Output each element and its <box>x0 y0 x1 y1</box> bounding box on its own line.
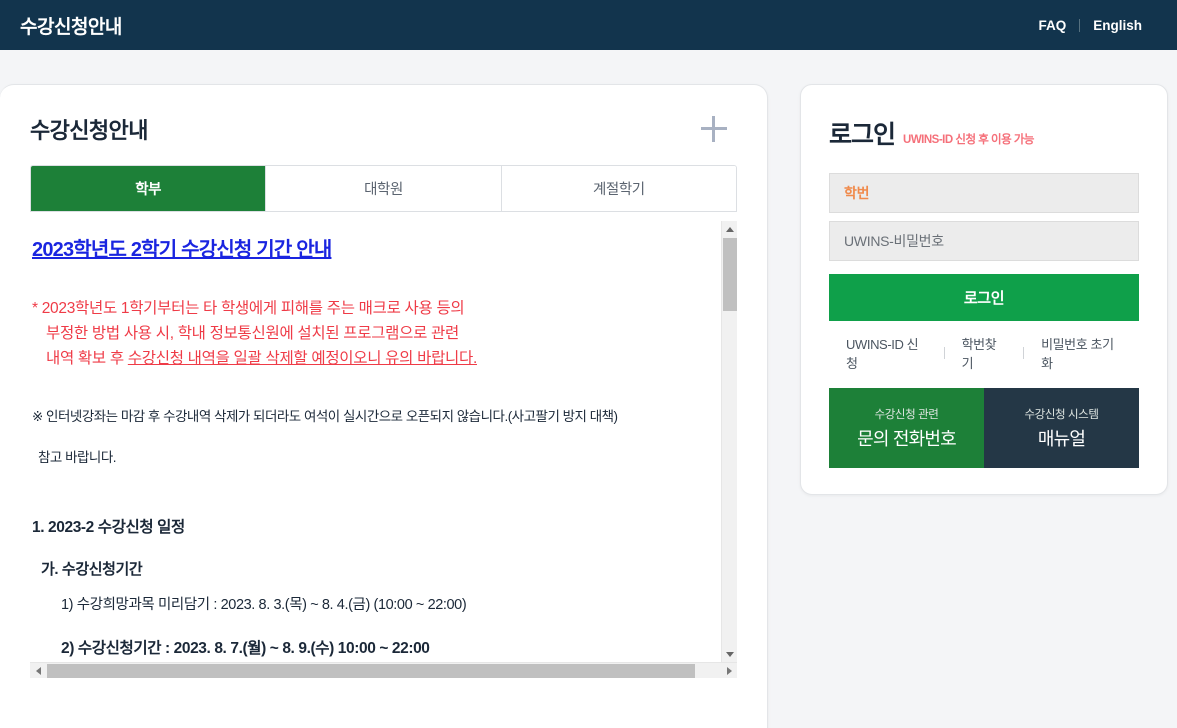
tab-seasonal-semester[interactable]: 계절학기 <box>501 166 736 211</box>
page-title: 수강신청안내 <box>30 118 148 143</box>
find-student-id-link[interactable]: 학번찾기 <box>945 334 1024 372</box>
plus-icon[interactable] <box>701 116 727 142</box>
schedule-item-registration: 2) 수강신청기간 : 2023. 8. 7.(월) ~ 8. 9.(수) 10… <box>61 639 430 657</box>
horizontal-scrollbar-thumb[interactable] <box>47 664 695 678</box>
manual-tile-label: 매뉴얼 <box>1037 428 1086 449</box>
login-card: 로그인 UWINS-ID 신청 후 이용 가능 로그인 UWINS-ID 신청 … <box>800 84 1168 495</box>
notice-scroll-viewport: 2023학년도 2학기 수강신청 기간 안내 * 2023학년도 1학기부터는 … <box>30 221 721 662</box>
warning-line-2: 부정한 방법 사용 시, 학내 정보통신원에 설치된 프로그램으로 관련 <box>46 325 459 343</box>
schedule-section-heading: 1. 2023-2 수강신청 일정 <box>32 519 185 537</box>
document-title: 2023학년도 2학기 수강신청 기간 안내 <box>32 239 332 261</box>
scroll-up-arrow-icon[interactable] <box>722 221 738 237</box>
registration-period-subheading: 가. 수강신청기간 <box>41 561 143 579</box>
warning-line-1: * 2023학년도 1학기부터는 타 학생에게 피해를 주는 매크로 사용 등의 <box>32 300 465 317</box>
schedule-item-pre-enrollment: 1) 수강희망과목 미리담기 : 2023. 8. 3.(목) ~ 8. 4.(… <box>61 597 467 614</box>
login-subtitle: UWINS-ID 신청 후 이용 가능 <box>903 134 1035 146</box>
login-helper-links: UWINS-ID 신청 학번찾기 비밀번호 초기화 <box>829 334 1139 372</box>
vertical-scrollbar[interactable] <box>721 221 737 662</box>
quick-link-tiles: 수강신청 관련 문의 전화번호 수강신청 시스템 매뉴얼 <box>829 388 1139 468</box>
warning-line-3: 내역 확보 후 수강신청 내역을 일괄 삭제할 예정이오니 유의 바랍니다. <box>32 346 721 371</box>
english-link[interactable]: English <box>1080 18 1155 33</box>
tab-undergraduate[interactable]: 학부 <box>31 166 267 211</box>
site-title: 수강신청안내 <box>20 16 122 38</box>
top-header-bar: 수강신청안내 FAQ English <box>0 0 1177 50</box>
contact-phone-tile-caption: 수강신청 관련 <box>874 408 939 421</box>
vertical-scrollbar-thumb[interactable] <box>723 238 737 311</box>
login-button[interactable]: 로그인 <box>829 274 1139 321</box>
warning-paragraph: * 2023학년도 1학기부터는 타 학생에게 피해를 주는 매크로 사용 등의… <box>32 296 721 371</box>
login-header: 로그인 UWINS-ID 신청 후 이용 가능 <box>829 115 1139 151</box>
internet-course-note: ※ 인터넷강좌는 마감 후 수강내역 삭제가 되더라도 여석이 실시간으로 오픈… <box>32 409 618 425</box>
warning-line-3-underlined: 수강신청 내역을 일괄 삭제할 예정이오니 유의 바랍니다. <box>127 350 477 368</box>
student-id-input[interactable] <box>829 173 1139 213</box>
notice-card-header: 수강신청안내 <box>0 85 767 145</box>
warning-line-3-plain: 내역 확보 후 <box>46 350 128 368</box>
page-body: 수강신청안내 학부 대학원 계절학기 2023학년도 2학기 수강신청 기간 안… <box>0 50 1177 728</box>
reset-password-link[interactable]: 비밀번호 초기화 <box>1024 334 1139 372</box>
notice-tabs: 학부 대학원 계절학기 <box>30 165 737 212</box>
header-links: FAQ English <box>1025 18 1155 33</box>
reference-note: 참고 바랍니다. <box>38 450 117 466</box>
notice-document: 2023학년도 2학기 수강신청 기간 안내 * 2023학년도 1학기부터는 … <box>32 235 721 662</box>
course-notice-card: 수강신청안내 학부 대학원 계절학기 2023학년도 2학기 수강신청 기간 안… <box>0 84 768 728</box>
login-title: 로그인 <box>829 121 896 149</box>
scroll-right-arrow-icon[interactable] <box>721 663 737 679</box>
manual-tile-caption: 수강신청 시스템 <box>1024 408 1099 421</box>
scroll-down-arrow-icon[interactable] <box>722 646 738 662</box>
tab-graduate[interactable]: 대학원 <box>266 166 502 211</box>
manual-tile[interactable]: 수강신청 시스템 매뉴얼 <box>984 388 1139 468</box>
contact-phone-tile-label: 문의 전화번호 <box>857 428 957 449</box>
notice-content-area: 2023학년도 2학기 수강신청 기간 안내 * 2023학년도 1학기부터는 … <box>30 221 737 678</box>
uwins-id-request-link[interactable]: UWINS-ID 신청 <box>829 334 944 372</box>
faq-link[interactable]: FAQ <box>1025 18 1079 33</box>
horizontal-scrollbar[interactable] <box>30 662 737 678</box>
contact-phone-tile[interactable]: 수강신청 관련 문의 전화번호 <box>829 388 984 468</box>
scroll-left-arrow-icon[interactable] <box>30 663 46 679</box>
password-input[interactable] <box>829 221 1139 261</box>
